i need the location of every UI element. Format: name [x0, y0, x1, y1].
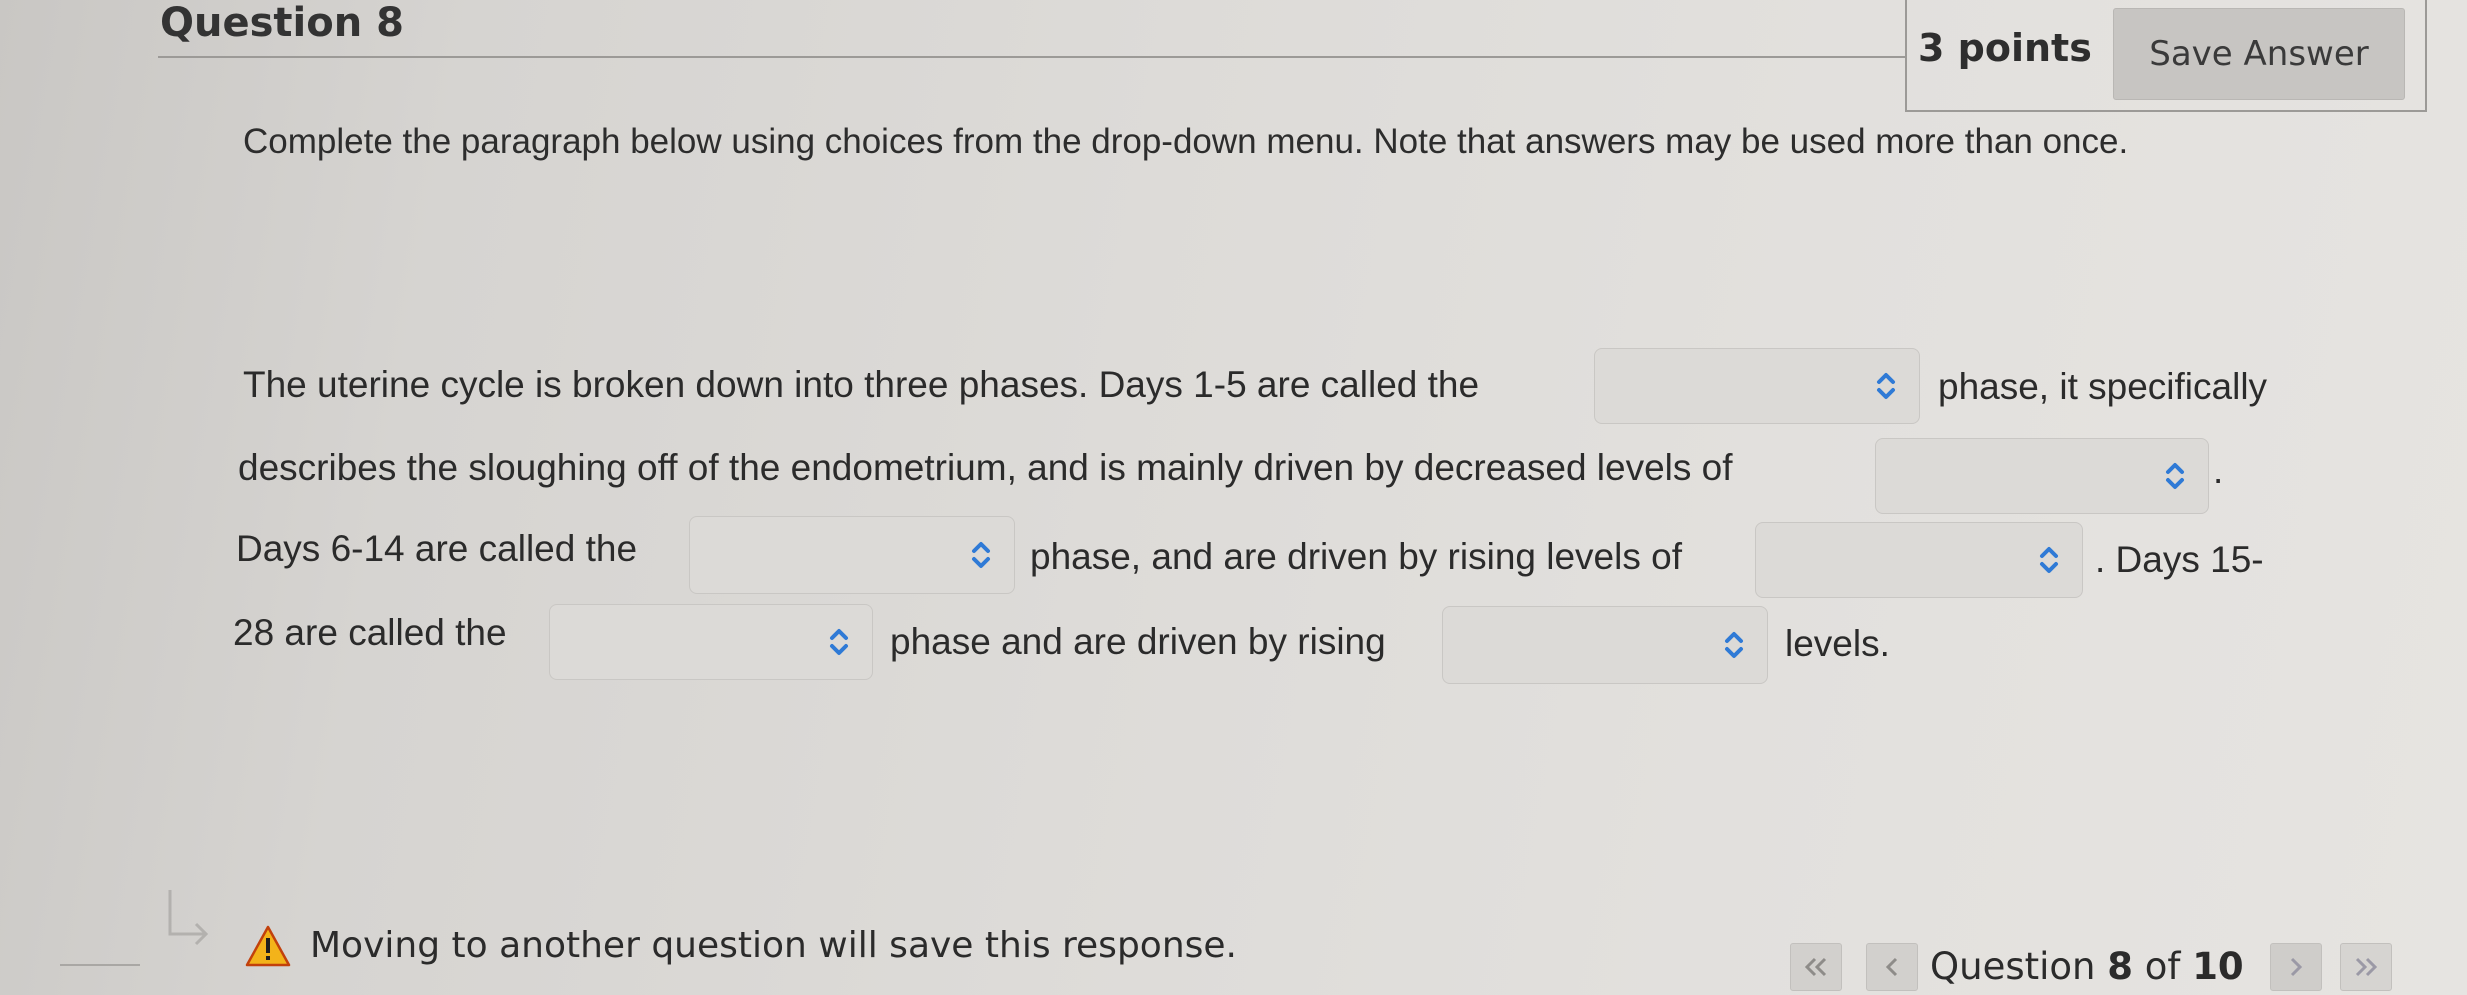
instructions-text: Complete the paragraph below using choic…	[243, 122, 2129, 161]
chevron-up-down-icon	[830, 629, 848, 655]
points-label: 3 points	[1918, 26, 2092, 70]
paragraph-text: levels.	[1785, 623, 1890, 664]
dropdown-2[interactable]	[1875, 438, 2209, 514]
first-question-button[interactable]	[1790, 943, 1842, 991]
current-question-number: 8	[2107, 945, 2133, 988]
question-title: Question 8	[160, 0, 404, 46]
question-position: Question 8 of 10	[1930, 945, 2244, 988]
last-question-button[interactable]	[2340, 943, 2392, 991]
total-question-count: 10	[2192, 945, 2244, 988]
save-answer-button[interactable]: Save Answer	[2113, 8, 2405, 100]
dropdown-3[interactable]	[689, 516, 1015, 594]
paragraph-text: Days 6-14 are called the	[236, 528, 638, 569]
double-chevron-left-icon	[1804, 957, 1827, 977]
chevron-up-down-icon	[1725, 632, 1743, 658]
dropdown-6[interactable]	[1442, 606, 1768, 684]
dropdown-4[interactable]	[1755, 522, 2083, 598]
next-question-button[interactable]	[2270, 943, 2322, 991]
previous-question-button[interactable]	[1866, 943, 1918, 991]
paragraph-text: phase and are driven by rising	[890, 621, 1386, 662]
paragraph-text: phase, it specifically	[1938, 366, 2268, 407]
chevron-up-down-icon	[972, 542, 990, 568]
double-chevron-right-icon	[2355, 957, 2378, 977]
chevron-left-icon	[1885, 957, 1898, 977]
chevron-right-icon	[2290, 957, 2303, 977]
dropdown-1[interactable]	[1594, 348, 1920, 424]
dropdown-5[interactable]	[549, 604, 873, 680]
warning-icon	[245, 925, 291, 967]
paragraph-text: .	[2213, 450, 2224, 491]
paragraph-text: phase, and are driven by rising levels o…	[1030, 536, 1682, 577]
paragraph-text: describes the sloughing off of the endom…	[238, 447, 1733, 488]
paragraph-text: 28 are called the	[233, 612, 507, 653]
save-warning-text: Moving to another question will save thi…	[310, 925, 1237, 966]
chevron-up-down-icon	[2040, 547, 2058, 573]
chevron-up-down-icon	[1877, 373, 1895, 399]
paragraph-text: . Days 15-	[2095, 539, 2264, 580]
footer-divider	[60, 964, 140, 966]
paragraph-text: The uterine cycle is broken down into th…	[243, 364, 1480, 405]
return-arrow-icon	[168, 890, 209, 946]
title-divider	[158, 56, 1905, 58]
chevron-up-down-icon	[2166, 463, 2184, 489]
